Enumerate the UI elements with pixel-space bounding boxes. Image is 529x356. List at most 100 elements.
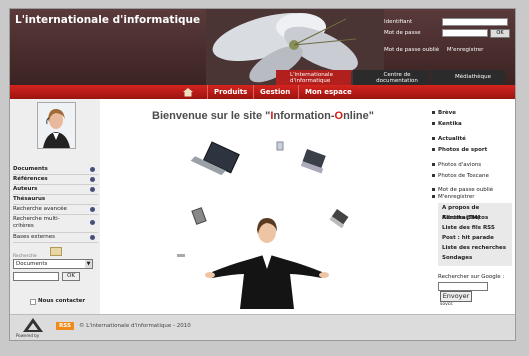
sidebar-item-recherche-multi[interactable]: Recherche multi-critères	[13, 215, 98, 233]
welcome-mid: nformation-	[273, 110, 335, 122]
right-link-photos-toscane[interactable]: Photos de Toscane	[432, 173, 489, 179]
link-rss-list[interactable]: Liste des fils RSS	[438, 223, 512, 233]
nav-gestion[interactable]: Gestion	[253, 85, 296, 99]
right-link-forgot-password[interactable]: Mot de passe oublié	[432, 187, 493, 193]
link-sondages[interactable]: Sondages	[438, 253, 512, 263]
bullet-icon	[432, 195, 435, 198]
link-hit-parade[interactable]: Post : hit parade	[438, 233, 512, 243]
password-label: Mot de passe	[384, 30, 421, 36]
right-link-breve[interactable]: Brève	[432, 110, 456, 116]
tile-centre-documentation-label: Centre de documentation	[376, 72, 418, 84]
powered-by-label: Powered by	[16, 333, 40, 338]
link-albums-photos[interactable]: Albums photos	[438, 213, 512, 223]
login-ok-button[interactable]: OK	[490, 29, 510, 38]
sidebar-item-bases-externes[interactable]: Bases externes	[13, 233, 98, 243]
bullet-icon	[432, 111, 435, 114]
tile-internationale-label: L'internationale d'informatique	[290, 72, 333, 84]
right-link-label: Photos de Toscane	[438, 173, 489, 179]
welcome-prefix: Bienvenue sur le site "	[152, 110, 271, 122]
identifiant-label: Identifiant	[384, 19, 413, 25]
sidebar-item-label: Thésaurus	[13, 196, 46, 202]
chevron-down-icon: ▼	[85, 260, 92, 268]
sidebar-item-documents[interactable]: Documents	[13, 165, 98, 175]
bullet-icon	[432, 122, 435, 125]
right-link-actualite[interactable]: Actualité	[432, 136, 466, 142]
bullet-icon	[90, 207, 95, 212]
sidebar-item-label: Documents	[13, 166, 48, 172]
right-link-label: Photos d'avions	[438, 162, 482, 168]
envoyer-button[interactable]: Envoyer	[440, 291, 472, 302]
bullet-icon	[432, 137, 435, 140]
right-link-photos-avions[interactable]: Photos d'avions	[432, 162, 481, 168]
sovcs-text: sovcs	[440, 302, 453, 307]
register-link[interactable]: M'enregistrer	[447, 47, 483, 53]
search-ok-button[interactable]: OK	[62, 272, 80, 281]
password-field[interactable]	[442, 29, 488, 37]
identifiant-field[interactable]	[442, 18, 508, 26]
avatar	[37, 102, 76, 149]
tile-centre-documentation[interactable]: Centre de documentation	[353, 70, 429, 85]
bullet-icon	[432, 188, 435, 191]
contact-checkbox[interactable]	[30, 299, 36, 305]
bullet-icon	[432, 163, 435, 166]
google-search-input[interactable]	[438, 282, 488, 291]
bullet-icon	[432, 174, 435, 177]
right-link-label: M'enregistrer	[438, 194, 475, 200]
bullet-icon	[90, 220, 95, 225]
copyright-text: © L'internationale d'informatique - 2010	[79, 323, 191, 329]
sidebar-item-label: Recherche avancée	[13, 206, 67, 212]
sidebar-item-recherche-avancee[interactable]: Recherche avancée	[13, 205, 98, 215]
sidebar-item-auteurs[interactable]: Auteurs	[13, 185, 98, 195]
google-search-label: Rechercher sur Google :	[438, 274, 505, 280]
right-link-label: Actualité	[438, 136, 466, 142]
bullet-icon	[90, 235, 95, 240]
browser-page: L'internationale d'informatique Identifi…	[9, 8, 516, 341]
sidebar-item-label: Bases externes	[13, 234, 55, 240]
search-scope-value: Documents	[16, 261, 48, 267]
site-title: L'internationale d'informatique	[15, 14, 201, 26]
right-link-kentika[interactable]: Kentika	[432, 121, 462, 127]
tile-internationale[interactable]: L'internationale d'informatique	[276, 70, 351, 85]
nav-mon-espace[interactable]: Mon espace	[298, 85, 358, 99]
link-about-kentika[interactable]: A propos de Kentika(TM)	[438, 203, 512, 221]
bullet-icon	[90, 177, 95, 182]
juggling-businesswoman-image	[177, 141, 349, 309]
right-link-register[interactable]: M'enregistrer	[432, 194, 474, 200]
nav-produits[interactable]: Produits	[207, 85, 253, 99]
footer: Powered by RSS © L'internationale d'info…	[10, 314, 515, 340]
forgot-password-link[interactable]: Mot de passe oublié	[384, 47, 439, 53]
link-searches-list[interactable]: Liste des recherches	[438, 243, 512, 253]
sidebar-item-label: Auteurs	[13, 186, 38, 192]
right-link-label: Photos de sport	[438, 147, 488, 153]
right-link-label: Kentika	[438, 121, 462, 127]
right-link-label: Mot de passe oublié	[438, 187, 494, 193]
rss-button[interactable]: RSS	[56, 322, 74, 330]
login-links: Mot de passe oublié M'enregistrer	[384, 47, 514, 53]
sidebar-item-label: Références	[13, 176, 48, 182]
bullet-icon	[90, 187, 95, 192]
kentika-logo-icon	[23, 318, 43, 332]
home-icon[interactable]	[182, 87, 194, 97]
tile-mediatheque[interactable]: Médiathèque	[431, 70, 505, 85]
welcome-o: O	[334, 110, 344, 122]
right-links-box: A propos de Kentika(TM) Albums photos Li…	[438, 203, 512, 266]
contact-link[interactable]: Nous contacter	[38, 298, 85, 304]
sidebar-item-thesaurus[interactable]: Thésaurus	[13, 195, 98, 205]
sidebar-item-label: Recherche multi-critères	[13, 216, 60, 229]
welcome-suffix: nline"	[343, 110, 374, 122]
main-content: Bienvenue sur le site "Information-Onlin…	[102, 99, 424, 314]
search-scope-select[interactable]: Documents ▼	[13, 259, 93, 269]
right-link-photos-sport[interactable]: Photos de sport	[432, 147, 487, 153]
sidebar-item-references[interactable]: Références	[13, 175, 98, 185]
site-header: L'internationale d'informatique Identifi…	[10, 9, 515, 85]
bullet-icon	[90, 167, 95, 172]
tile-mediatheque-label: Médiathèque	[455, 74, 491, 80]
right-link-label: Brève	[438, 110, 456, 116]
right-sidebar: Brève Kentika Actualité Photos de sport …	[428, 99, 515, 314]
bullet-icon	[432, 148, 435, 151]
left-sidebar: Documents Références Auteurs Thésaurus R…	[10, 99, 100, 314]
welcome-title: Bienvenue sur le site "Information-Onlin…	[102, 110, 424, 122]
folder-icon[interactable]	[50, 247, 62, 256]
search-input[interactable]	[13, 272, 59, 281]
main-navbar: Produits Gestion Mon espace	[10, 85, 515, 99]
